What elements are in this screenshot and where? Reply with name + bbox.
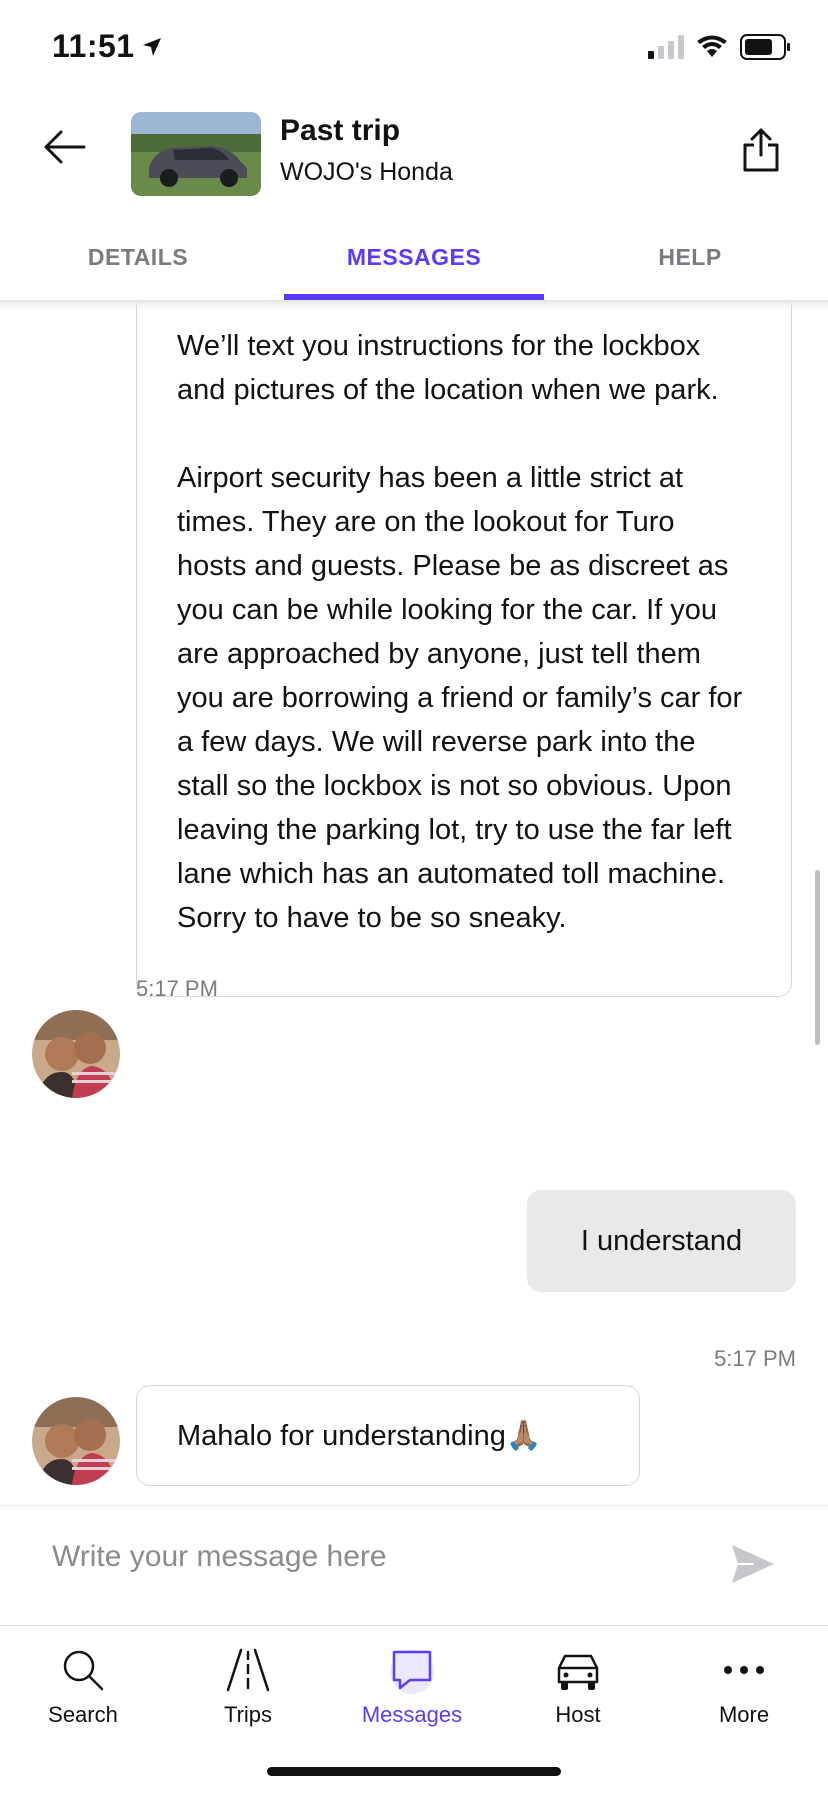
location-arrow-icon [142,37,161,56]
send-icon [732,1545,774,1583]
avatar-photo [32,1397,120,1485]
message-input[interactable]: Write your message here [52,1540,387,1574]
trip-title: Past trip [280,114,401,147]
nav-label: Search [48,1702,118,1727]
tab-details[interactable]: DETAILS [0,226,276,300]
status-time: 11:51 [52,28,163,65]
message-text: I understand [580,1224,743,1257]
car-photo [131,112,261,196]
nav-label: Trips [223,1702,273,1727]
message-text: Airport security has been a little stric… [177,462,743,934]
message-timestamp: 5:17 PM [136,976,218,1001]
host-avatar[interactable] [32,1397,120,1485]
battery-icon [740,34,790,60]
nav-trips[interactable]: Trips [178,1642,318,1728]
message-thread[interactable]: We’ll text you instructions for the lock… [0,300,828,1505]
scrollbar[interactable] [815,870,820,1045]
share-button[interactable] [736,120,786,180]
nav-search[interactable]: Search [13,1642,153,1728]
my-message-bubble: I understand [527,1190,796,1292]
tab-messages[interactable]: MESSAGES [276,226,552,300]
nav-messages[interactable]: Messages [342,1642,482,1728]
send-button[interactable] [730,1542,776,1586]
nav-label: More [718,1702,770,1727]
cellular-signal-icon [648,35,684,59]
share-icon [743,128,779,172]
header-shadow [0,300,828,310]
search-icon [63,1650,104,1691]
car-name: WOJO's Honda [280,158,453,186]
clock-text: 11:51 [52,28,135,64]
message-text: Mahalo for understanding🙏🏽 [177,1419,542,1452]
trip-header: Past trip WOJO's Honda DETAILS MESSAGES … [0,100,828,300]
host-message-bubble: We’ll text you instructions for the lock… [136,300,792,997]
status-bar: 11:51 [0,0,828,100]
host-avatar[interactable] [32,1010,120,1098]
avatar-photo [32,1010,120,1098]
nav-label: Messages [361,1702,463,1727]
message-timestamp: 5:17 PM [714,1346,796,1371]
status-indicators [648,34,792,60]
nav-more[interactable]: More [674,1642,814,1728]
wifi-icon [697,35,727,57]
message-composer: Write your message here [0,1505,828,1626]
more-dots-icon [724,1666,764,1674]
home-indicator [267,1767,561,1776]
back-button[interactable] [38,120,92,174]
nav-host[interactable]: Host [508,1642,648,1728]
chat-bubble-icon [390,1650,434,1694]
car-thumbnail [131,112,261,196]
message-text: We’ll text you instructions for the lock… [177,330,719,406]
nav-label: Host [555,1702,601,1727]
back-arrow-icon [44,130,86,164]
tab-help[interactable]: HELP [552,226,828,300]
trip-tabs: DETAILS MESSAGES HELP [0,226,828,300]
host-message-bubble: Mahalo for understanding🙏🏽 [136,1385,640,1486]
road-icon [226,1648,270,1692]
car-icon [557,1654,599,1690]
